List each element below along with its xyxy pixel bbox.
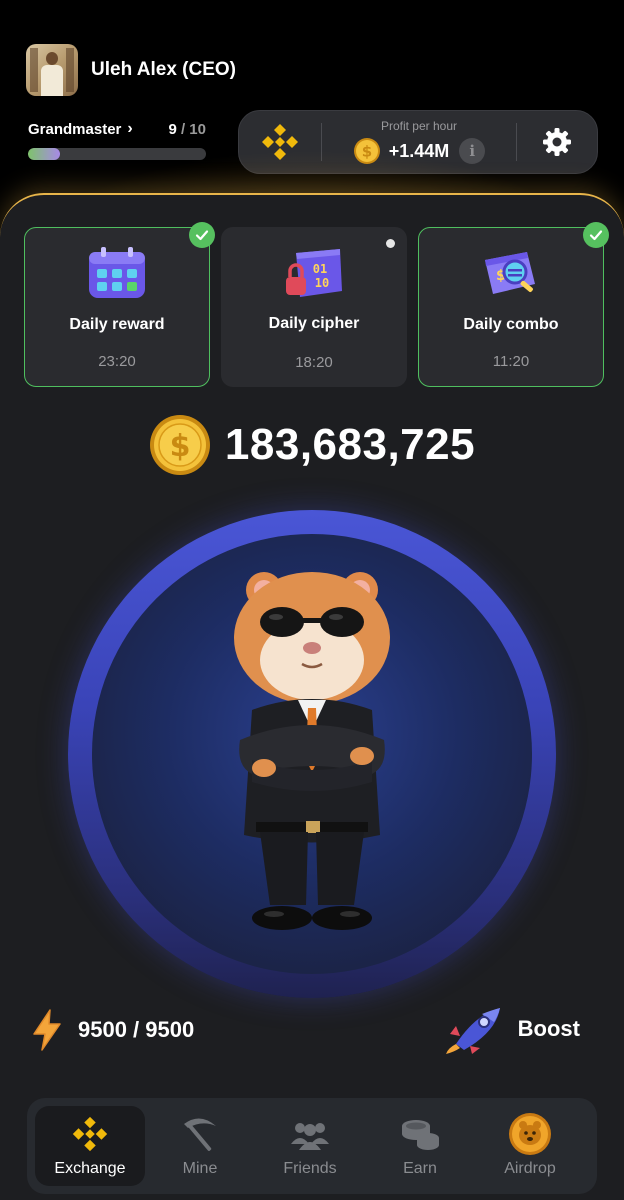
svg-text:10: 10: [315, 276, 329, 290]
boost-label: Boost: [517, 1016, 580, 1041]
rocket-icon: [445, 1008, 500, 1054]
hamster-ceo-character[interactable]: [212, 560, 412, 940]
svg-text:01: 01: [313, 262, 327, 276]
nav-airdrop[interactable]: Airdrop: [475, 1106, 585, 1186]
boost-button[interactable]: Boost: [445, 1004, 580, 1054]
energy: 9500 / 9500: [30, 1008, 194, 1052]
level-count: 9 / 10: [168, 121, 206, 138]
daily-combo-timer: 11:20: [492, 353, 530, 370]
daily-cipher-title: Daily cipher: [268, 315, 360, 332]
nav-earn-label: Earn: [403, 1160, 437, 1177]
friends-icon: [291, 1123, 329, 1150]
hamster-coin-icon: [509, 1113, 551, 1155]
nav-mine[interactable]: Mine: [145, 1106, 255, 1186]
calendar-icon: [89, 247, 145, 298]
binance-icon: [72, 1116, 108, 1152]
nav-exchange-label: Exchange: [54, 1160, 126, 1177]
chevron-right-icon[interactable]: ›: [127, 120, 132, 138]
nav-exchange[interactable]: Exchange: [35, 1106, 145, 1186]
svg-text:$: $: [169, 429, 190, 464]
level-name[interactable]: Grandmaster: [28, 121, 121, 138]
coins-icon: [402, 1120, 439, 1150]
daily-tasks: Daily reward 23:20 01 10 Daily cipher 18…: [24, 222, 609, 387]
nav-mine-label: Mine: [182, 1160, 218, 1177]
daily-combo-title: Daily combo: [463, 316, 559, 333]
balance-value: 183,683,725: [224, 420, 476, 469]
user-name: Uleh Alex (CEO): [91, 59, 236, 80]
lightning-icon: [33, 1009, 61, 1051]
user-profile[interactable]: Uleh Alex (CEO): [26, 44, 236, 96]
nav-earn[interactable]: Earn: [365, 1106, 475, 1186]
coin-icon: $: [149, 415, 210, 475]
pickaxe-icon: [184, 1118, 216, 1151]
check-icon: [583, 222, 609, 248]
avatar[interactable]: [26, 44, 78, 96]
nav-airdrop-label: Airdrop: [504, 1160, 556, 1177]
check-icon: [189, 222, 215, 248]
balance: $ 183,683,725: [0, 414, 624, 476]
nav-friends[interactable]: Friends: [255, 1106, 365, 1186]
daily-reward-title: Daily reward: [69, 316, 165, 333]
daily-combo-card[interactable]: $ Daily combo 11:20: [418, 222, 609, 387]
level-current: 9: [168, 120, 177, 138]
daily-cipher-timer: 18:20: [295, 354, 333, 371]
energy-value: 9500 / 9500: [78, 1017, 195, 1042]
nav-friends-label: Friends: [283, 1160, 337, 1177]
notification-dot: [386, 239, 395, 248]
daily-cipher-card[interactable]: 01 10 Daily cipher 18:20: [221, 227, 407, 387]
combo-icon: $: [485, 252, 535, 294]
bottom-nav: Exchange Mine Friends Earn Airdrop: [27, 1098, 597, 1194]
profit-label: Profit per hour: [380, 119, 458, 133]
level-total: / 10: [180, 120, 206, 138]
daily-reward-card[interactable]: Daily reward 23:20: [24, 222, 215, 387]
cipher-icon: 01 10: [286, 249, 342, 297]
daily-reward-timer: 23:20: [98, 353, 136, 370]
